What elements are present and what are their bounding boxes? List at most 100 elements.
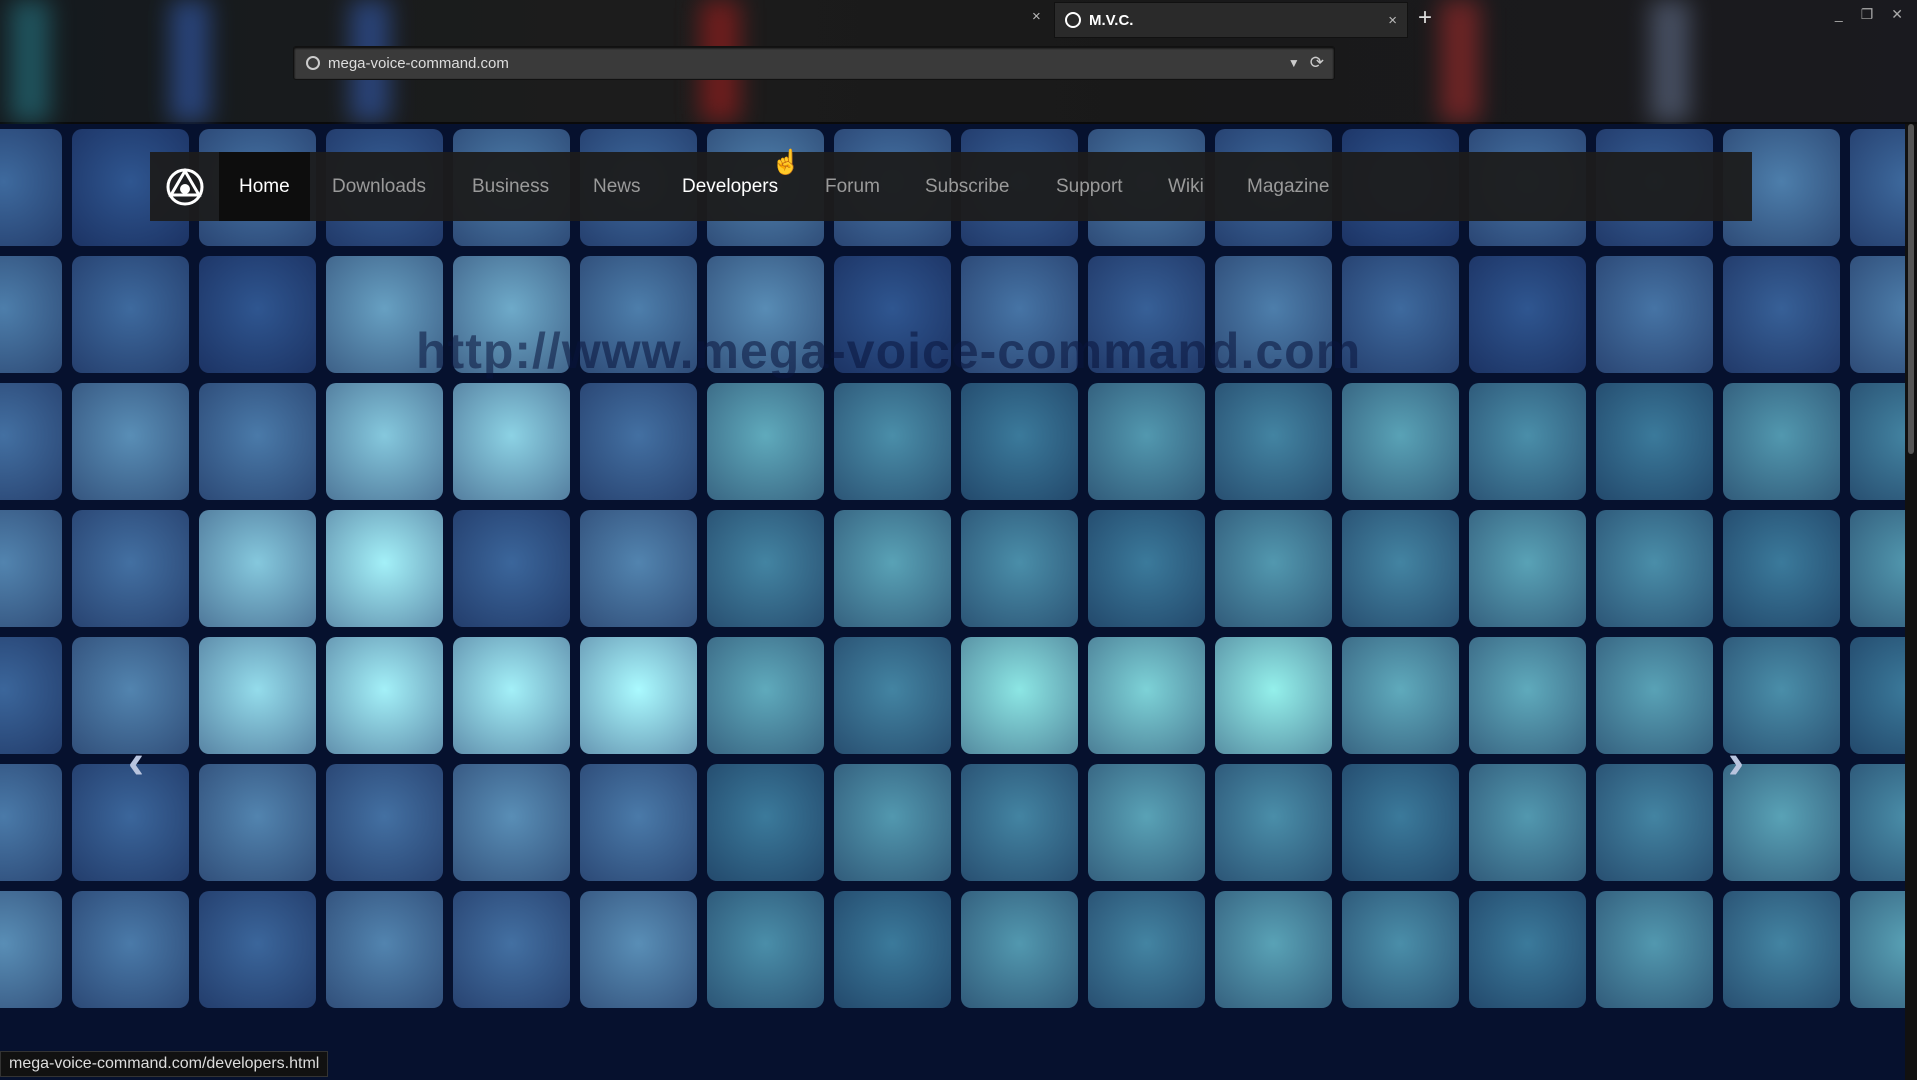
scrollbar-thumb[interactable] [1908, 124, 1914, 454]
watermark-url: http://www.mega-voice-command.com [416, 323, 1362, 379]
background-tile [1215, 383, 1332, 500]
tab-title: M.V.C. [1089, 11, 1134, 29]
minimize-icon[interactable]: _ [1835, 6, 1843, 23]
background-tile [580, 891, 697, 1008]
background-tile [1850, 510, 1905, 627]
background-tile [1342, 510, 1459, 627]
background-tile [834, 891, 951, 1008]
background-tile [707, 383, 824, 500]
background-tile [199, 256, 316, 373]
background-tile [1723, 510, 1840, 627]
background-tile [1215, 637, 1332, 754]
slider-next-arrow[interactable]: › [1728, 735, 1744, 790]
background-tile [1723, 891, 1840, 1008]
close-tab-icon[interactable]: × [1388, 12, 1397, 29]
background-tile [326, 764, 443, 881]
background-tile [72, 510, 189, 627]
background-tile [1596, 637, 1713, 754]
background-tile [834, 383, 951, 500]
background-tile [1469, 383, 1586, 500]
background-tile [72, 891, 189, 1008]
dropdown-icon[interactable]: ▼ [1288, 56, 1300, 70]
background-tile [961, 637, 1078, 754]
background-tile [1215, 510, 1332, 627]
slider-prev-arrow[interactable]: ‹ [128, 735, 144, 790]
background-tile [1342, 891, 1459, 1008]
nav-item-business[interactable]: Business [472, 152, 549, 221]
background-tile [1088, 637, 1205, 754]
background-tile [1723, 383, 1840, 500]
nav-item-downloads[interactable]: Downloads [332, 152, 426, 221]
background-tile [1469, 637, 1586, 754]
background-tile [1596, 256, 1713, 373]
background-tile [1088, 383, 1205, 500]
background-tile [199, 637, 316, 754]
background-tile [0, 129, 62, 246]
nav-item-home[interactable]: Home [219, 152, 310, 221]
nav-item-forum[interactable]: Forum [825, 152, 880, 221]
background-tile [1850, 383, 1905, 500]
nav-item-subscribe[interactable]: Subscribe [925, 152, 1010, 221]
background-tile [1342, 383, 1459, 500]
background-tile [1215, 764, 1332, 881]
background-tile [199, 764, 316, 881]
background-tile [1596, 510, 1713, 627]
site-logo-icon[interactable] [150, 152, 219, 221]
browser-chrome: × M.V.C. × + _ ❐ ✕ mega-voice-command.com … [0, 0, 1917, 124]
close-window-icon[interactable]: ✕ [1891, 6, 1903, 23]
background-tile [0, 637, 62, 754]
background-tile [707, 891, 824, 1008]
url-text: mega-voice-command.com [328, 54, 509, 72]
background-tile [1088, 891, 1205, 1008]
background-tile [834, 637, 951, 754]
background-tile [1469, 510, 1586, 627]
background-tile [1850, 256, 1905, 373]
background-tile [834, 764, 951, 881]
address-bar[interactable]: mega-voice-command.com ▼ ⟳ [293, 46, 1335, 80]
background-tile [707, 637, 824, 754]
new-tab-button[interactable]: + [1418, 4, 1432, 32]
background-tile [1469, 764, 1586, 881]
reload-icon[interactable]: ⟳ [1310, 53, 1324, 73]
background-tile [580, 510, 697, 627]
background-tile [834, 510, 951, 627]
background-tile [0, 383, 62, 500]
close-previous-tab-icon[interactable]: × [1032, 8, 1041, 25]
background-tile [1342, 764, 1459, 881]
background-tile [326, 383, 443, 500]
background-tile [961, 891, 1078, 1008]
background-tile [453, 510, 570, 627]
nav-item-wiki[interactable]: Wiki [1168, 152, 1204, 221]
background-tile [1596, 383, 1713, 500]
background-tile [199, 891, 316, 1008]
page-scrollbar[interactable] [1905, 124, 1917, 1080]
background-tile [1342, 637, 1459, 754]
background-tile [326, 510, 443, 627]
background-tile [326, 637, 443, 754]
background-tile [1088, 510, 1205, 627]
nav-item-developers[interactable]: Developers [682, 152, 778, 221]
nav-item-magazine[interactable]: Magazine [1247, 152, 1329, 221]
background-tile [0, 510, 62, 627]
background-tile [1850, 764, 1905, 881]
background-tile [961, 764, 1078, 881]
background-tile [199, 383, 316, 500]
background-tile [1215, 891, 1332, 1008]
background-tile [453, 637, 570, 754]
background-tile [1850, 129, 1905, 246]
background-tile [326, 891, 443, 1008]
background-tile [453, 383, 570, 500]
background-tile [72, 256, 189, 373]
background-tile [0, 891, 62, 1008]
background-tile [1850, 891, 1905, 1008]
nav-item-news[interactable]: News [593, 152, 641, 221]
background-tile [1850, 637, 1905, 754]
restore-icon[interactable]: ❐ [1861, 6, 1874, 23]
background-tile [961, 510, 1078, 627]
nav-item-support[interactable]: Support [1056, 152, 1123, 221]
tab-mvc[interactable]: M.V.C. × [1054, 2, 1408, 38]
background-tile [580, 764, 697, 881]
background-tile [1723, 256, 1840, 373]
background-tile [1469, 891, 1586, 1008]
background-tile [707, 764, 824, 881]
